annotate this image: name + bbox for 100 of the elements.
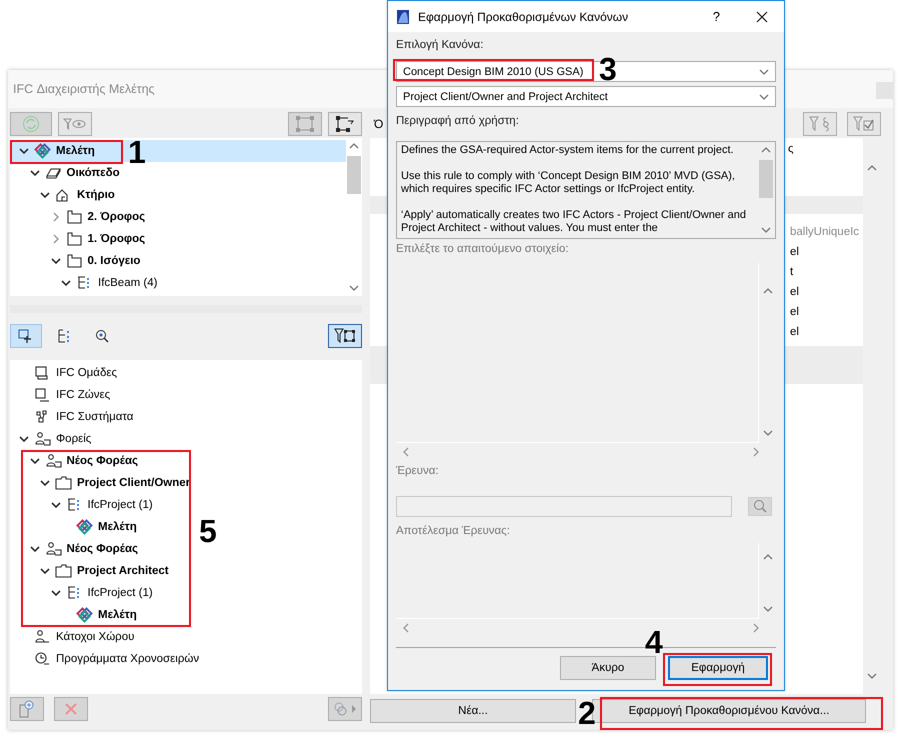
scrollbar-thumb[interactable] — [347, 156, 361, 194]
tab-label: Ό — [374, 117, 384, 131]
floor-plan-icon — [66, 253, 82, 269]
tree-item[interactable]: 1. Όροφος — [66, 228, 146, 250]
tree-item[interactable]: 0. Ισόγειο — [66, 250, 140, 272]
interlocked-squares-icon — [76, 519, 93, 535]
frame-nodes-icon — [295, 116, 315, 132]
field-label: Έρευνα: — [396, 464, 440, 479]
new-button[interactable]: Νέα... — [370, 699, 576, 723]
scroll-down-icon[interactable] — [867, 672, 877, 680]
scroll-down-icon[interactable] — [759, 68, 769, 76]
link-menu-icon — [332, 701, 358, 717]
close-icon[interactable] — [756, 10, 768, 22]
floor-plan-icon — [66, 231, 82, 247]
property-name: el — [790, 326, 799, 338]
callout-number: 1 — [128, 136, 146, 168]
tree-item[interactable]: Φορείς — [34, 428, 92, 450]
apply-button[interactable]: Εφαρμογή — [668, 656, 768, 680]
tree-item[interactable]: Project Client/Owner — [55, 472, 190, 494]
field-label: Επιλογή Κανόνα: — [396, 38, 484, 53]
tree-item[interactable]: Project Architect — [55, 560, 169, 582]
scroll-up-icon[interactable] — [349, 142, 359, 150]
new-item-button[interactable] — [10, 697, 44, 721]
search-icon — [94, 328, 110, 344]
person-icon — [34, 431, 51, 447]
refresh-icon — [22, 115, 40, 133]
tree-item[interactable]: 2. Όροφος — [66, 206, 146, 228]
description-paragraph: Use this rule to comply with ‘Concept Design BIM 2010’ MVD (GSA), which requires specific IFC Actor settings or IfcProject entity. — [401, 170, 736, 196]
app-logo-icon — [396, 8, 410, 24]
tree-item[interactable]: Κτήριο — [55, 184, 115, 206]
scrollbar-thumb[interactable] — [759, 160, 773, 198]
filter-section-icon — [809, 116, 831, 132]
search-icon — [753, 499, 767, 513]
description-box[interactable] — [396, 141, 776, 239]
scroll-up-icon[interactable] — [762, 553, 772, 561]
filter-frame-button[interactable] — [328, 324, 362, 348]
scroll-down-icon[interactable] — [762, 429, 772, 437]
property-name: el — [790, 306, 799, 318]
description-paragraph: Defines the GSA-required Actor-system items for the current project. — [401, 144, 735, 157]
scroll-down-icon[interactable] — [759, 92, 769, 100]
filter-check-button[interactable] — [847, 112, 881, 136]
column-header: ς — [788, 143, 794, 155]
filter-section-button[interactable] — [803, 112, 837, 136]
scroll-down-icon[interactable] — [349, 284, 359, 292]
tree-item[interactable]: IfcBeam (4) — [76, 272, 158, 294]
window-title: IFC Διαχειριστής Μελέτης — [13, 82, 155, 96]
tree-item[interactable]: Κάτοχοι Χώρου — [34, 626, 134, 648]
tree-item[interactable]: Μελέτη — [76, 516, 137, 538]
clock-icon — [34, 651, 51, 667]
tree-item[interactable]: Νέος Φορέας — [44, 450, 138, 472]
property-name: ballyUniqueIc — [790, 226, 860, 238]
callout-number: 5 — [199, 515, 217, 547]
cancel-button[interactable]: Άκυρο — [560, 656, 656, 680]
tree-item[interactable]: Νέος Φορέας — [44, 538, 138, 560]
filter-frame-icon — [334, 328, 356, 344]
help-button[interactable]: ? — [712, 9, 720, 24]
tree-item[interactable]: Μελέτη — [34, 140, 95, 162]
filter-view-button[interactable] — [58, 112, 92, 136]
tree-item[interactable]: IFC Ζώνες — [34, 384, 110, 406]
scroll-right-icon[interactable] — [752, 623, 760, 633]
callout-number: 4 — [645, 626, 663, 658]
tree-item[interactable]: Προγράμματα Χρονοσειρών — [34, 648, 200, 670]
view-tab[interactable] — [10, 324, 42, 348]
property-name: el — [790, 286, 799, 298]
scroll-left-icon[interactable] — [402, 447, 410, 457]
scroll-up-icon[interactable] — [761, 146, 771, 154]
tree-list-icon — [57, 328, 71, 344]
scroll-up-icon[interactable] — [762, 287, 772, 295]
folder-icon — [55, 563, 72, 579]
scroll-left-icon[interactable] — [402, 623, 410, 633]
field-label: Περιγραφή από χρήστη: — [396, 114, 520, 129]
variant-dropdown[interactable]: Project Client/Owner and Project Architect — [396, 86, 776, 107]
person-icon — [44, 541, 62, 557]
tree-item[interactable]: IfcProject (1) — [66, 582, 153, 604]
tree-item[interactable]: Μελέτη — [76, 604, 137, 626]
field-label: Αποτέλεσμα Έρευνας: — [396, 524, 511, 539]
interlocked-squares-icon — [34, 143, 51, 159]
description-paragraph: ‘Apply’ automatically creates two IFC Actors - Project Client/Owner and Project Architect - without values. You must enter the — [401, 209, 748, 235]
delete-icon — [64, 702, 78, 716]
floor-plan-icon — [66, 209, 82, 225]
scroll-up-icon[interactable] — [867, 164, 877, 172]
frame-link-button[interactable] — [328, 112, 362, 136]
dialog-title: Εφαρμογή Προκαθορισμένων Κανόνων — [418, 10, 630, 24]
search-field[interactable] — [396, 496, 732, 516]
property-name: t — [790, 266, 794, 278]
scroll-right-icon[interactable] — [752, 447, 760, 457]
scroll-down-icon[interactable] — [761, 226, 771, 234]
interlocked-squares-icon — [76, 607, 93, 623]
tree-item[interactable]: IFC Συστήματα — [34, 406, 134, 428]
zone-icon — [34, 387, 51, 403]
search-button[interactable] — [748, 496, 772, 516]
tree-item[interactable]: IfcProject (1) — [66, 494, 153, 516]
tree-item[interactable]: Οικόπεδο — [44, 162, 120, 184]
tree-item[interactable]: IFC Ομάδες — [34, 362, 118, 384]
frame-arrow-icon — [335, 116, 355, 132]
occupant-icon — [34, 629, 51, 645]
person-icon — [44, 453, 62, 469]
filter-check-icon — [853, 116, 875, 132]
scroll-down-icon[interactable] — [762, 605, 772, 613]
property-name: el — [790, 246, 799, 258]
